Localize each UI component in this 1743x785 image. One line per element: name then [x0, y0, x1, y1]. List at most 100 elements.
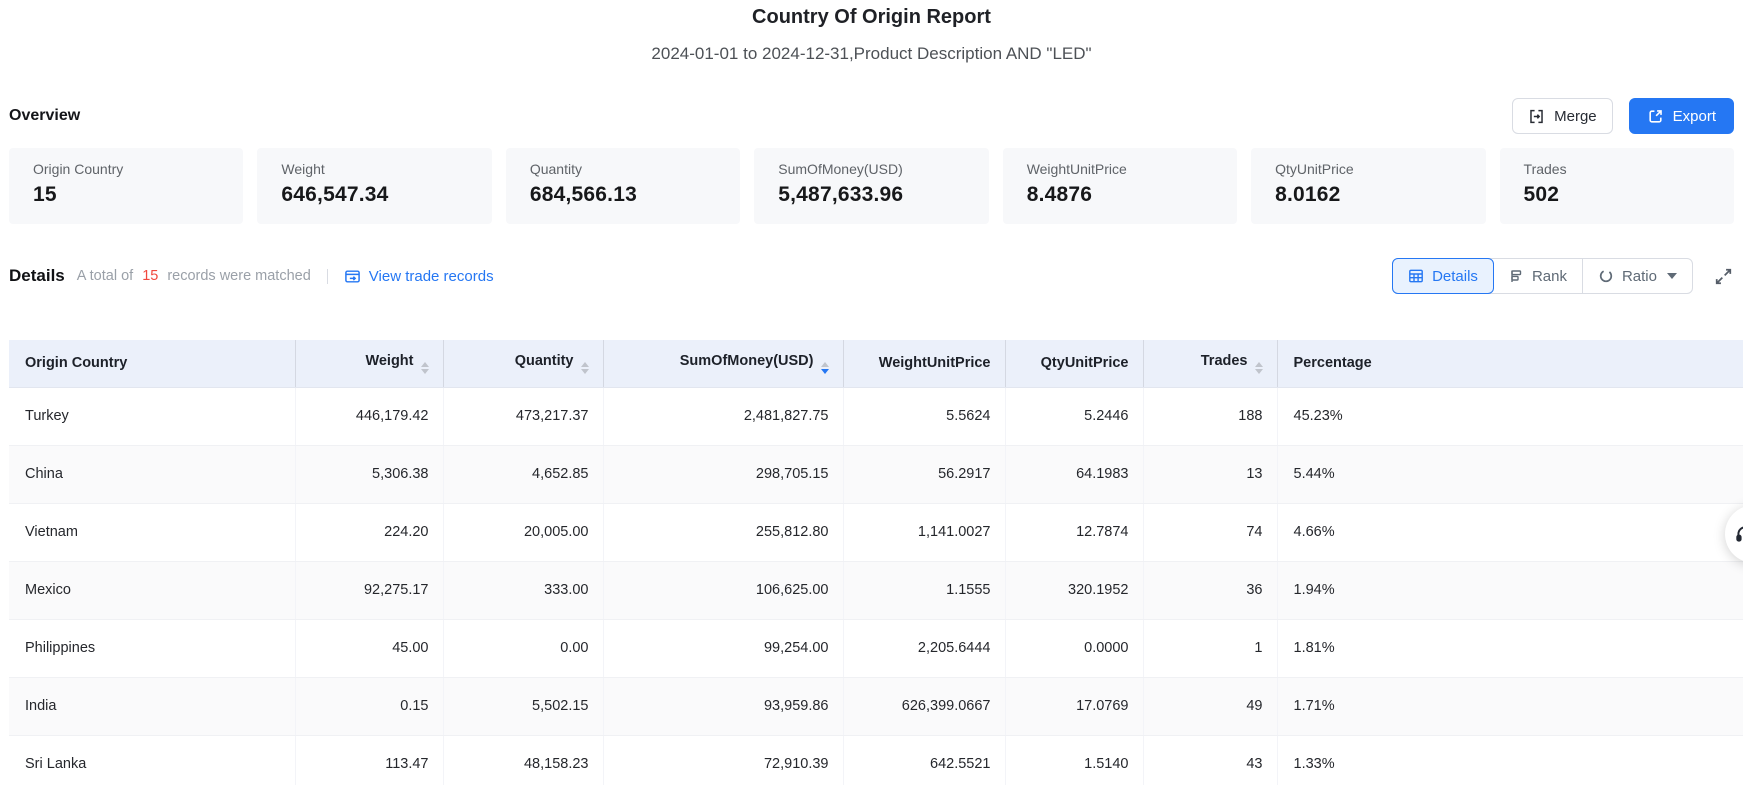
tab-rank-label: Rank — [1532, 268, 1567, 285]
cell-trades: 43 — [1143, 735, 1277, 785]
ratio-icon — [1598, 268, 1614, 284]
cell-weight: 0.15 — [295, 677, 443, 735]
cell-weight: 224.20 — [295, 503, 443, 561]
table-row-vietnam: Vietnam224.2020,005.00255,812.801,141.00… — [9, 503, 1743, 561]
cell-qtyunitprice: 5.2446 — [1005, 387, 1143, 445]
column-header-label: WeightUnitPrice — [879, 355, 991, 371]
stat-card-weightunitprice: WeightUnitPrice8.4876 — [1003, 148, 1237, 224]
stat-card-qtyunitprice: QtyUnitPrice8.0162 — [1251, 148, 1485, 224]
match-suffix: records were matched — [167, 268, 310, 284]
cell-weightunitprice: 5.5624 — [843, 387, 1005, 445]
column-header-origin-country: Origin Country — [9, 340, 295, 387]
cell-quantity: 333.00 — [443, 561, 603, 619]
cell-percentage: 1.33% — [1277, 735, 1743, 785]
cell-qtyunitprice: 12.7874 — [1005, 503, 1143, 561]
sort-carets-weight[interactable] — [421, 362, 429, 374]
column-header-label: QtyUnitPrice — [1041, 355, 1129, 371]
caret-up-icon[interactable] — [581, 362, 589, 367]
cell-origin-country: Philippines — [9, 619, 295, 677]
stat-card-weight: Weight646,547.34 — [257, 148, 491, 224]
cell-origin-country: China — [9, 445, 295, 503]
stat-card-label: SumOfMoney(USD) — [778, 161, 964, 177]
caret-down-icon[interactable] — [821, 369, 829, 374]
cell-percentage: 1.94% — [1277, 561, 1743, 619]
rank-icon — [1508, 268, 1524, 284]
column-header-label: Quantity — [515, 353, 574, 369]
table-row-india: India0.155,502.1593,959.86626,399.066717… — [9, 677, 1743, 735]
sort-carets-quantity[interactable] — [581, 362, 589, 374]
details-bar-left: Details A total of15records were matched… — [9, 266, 494, 286]
caret-down-icon[interactable] — [1255, 369, 1263, 374]
cell-sumofmoney-usd: 93,959.86 — [603, 677, 843, 735]
cell-percentage: 45.23% — [1277, 387, 1743, 445]
column-header-weight[interactable]: Weight — [295, 340, 443, 387]
cell-weight: 5,306.38 — [295, 445, 443, 503]
cell-sumofmoney-usd: 106,625.00 — [603, 561, 843, 619]
cell-weightunitprice: 626,399.0667 — [843, 677, 1005, 735]
cell-qtyunitprice: 320.1952 — [1005, 561, 1143, 619]
chevron-down-icon — [1667, 273, 1677, 279]
cell-quantity: 0.00 — [443, 619, 603, 677]
export-button-label: Export — [1673, 108, 1716, 125]
column-header-trades[interactable]: Trades — [1143, 340, 1277, 387]
caret-down-icon[interactable] — [421, 369, 429, 374]
details-table-wrap: Origin Country Weight Quantity SumOfMoney(U… — [9, 340, 1743, 785]
cell-origin-country: Turkey — [9, 387, 295, 445]
details-table: Origin Country Weight Quantity SumOfMoney(U… — [9, 340, 1743, 785]
stat-card-value: 502 — [1524, 183, 1710, 207]
headset-icon — [1734, 523, 1743, 545]
cell-percentage: 1.71% — [1277, 677, 1743, 735]
caret-down-icon[interactable] — [581, 369, 589, 374]
tab-ratio-label: Ratio — [1622, 268, 1657, 285]
sort-carets-trades[interactable] — [1255, 362, 1263, 374]
stat-card-label: Quantity — [530, 161, 716, 177]
stat-card-value: 8.0162 — [1275, 183, 1461, 207]
view-tab-group: Details Rank Ratio — [1392, 258, 1693, 294]
fullscreen-icon[interactable] — [1713, 266, 1734, 287]
stat-card-value: 646,547.34 — [281, 183, 467, 207]
tab-details-label: Details — [1432, 268, 1478, 285]
cell-quantity: 473,217.37 — [443, 387, 603, 445]
cell-origin-country: Sri Lanka — [9, 735, 295, 785]
column-header-quantity[interactable]: Quantity — [443, 340, 603, 387]
column-header-qtyunitprice: QtyUnitPrice — [1005, 340, 1143, 387]
stat-card-value: 684,566.13 — [530, 183, 716, 207]
cell-trades: 188 — [1143, 387, 1277, 445]
merge-button[interactable]: Merge — [1512, 98, 1613, 134]
cell-quantity: 48,158.23 — [443, 735, 603, 785]
cell-percentage: 5.44% — [1277, 445, 1743, 503]
cell-origin-country: Mexico — [9, 561, 295, 619]
caret-up-icon[interactable] — [821, 362, 829, 367]
stat-card-value: 5,487,633.96 — [778, 183, 964, 207]
cell-origin-country: India — [9, 677, 295, 735]
view-trade-records-link[interactable]: View trade records — [344, 268, 494, 285]
tab-details[interactable]: Details — [1392, 258, 1494, 294]
export-button[interactable]: Export — [1629, 98, 1734, 134]
stat-card-trades: Trades502 — [1500, 148, 1734, 224]
column-header-label: Trades — [1201, 353, 1248, 369]
stat-card-label: Origin Country — [33, 161, 219, 177]
table-row-philippines: Philippines45.000.0099,254.002,205.64440… — [9, 619, 1743, 677]
stat-card-label: WeightUnitPrice — [1027, 161, 1213, 177]
column-header-label: Weight — [365, 353, 413, 369]
match-summary: A total of15records were matched — [77, 268, 311, 284]
caret-up-icon[interactable] — [1255, 362, 1263, 367]
cell-origin-country: Vietnam — [9, 503, 295, 561]
overview-section-title: Overview — [9, 107, 80, 125]
export-icon — [1647, 108, 1664, 125]
view-trade-records-label: View trade records — [369, 268, 494, 285]
tab-ratio[interactable]: Ratio — [1582, 259, 1692, 293]
overview-cards: Origin Country 15 Weight646,547.34 Quantity… — [0, 148, 1743, 224]
table-row-turkey: Turkey446,179.42473,217.372,481,827.755.… — [9, 387, 1743, 445]
cell-weight: 113.47 — [295, 735, 443, 785]
table-row-sri-lanka: Sri Lanka113.4748,158.2372,910.39642.552… — [9, 735, 1743, 785]
cell-weight: 92,275.17 — [295, 561, 443, 619]
tab-rank[interactable]: Rank — [1493, 259, 1582, 293]
details-section-title: Details — [9, 266, 65, 286]
stat-card-value: 15 — [33, 183, 219, 207]
column-header-sumofmoney-usd[interactable]: SumOfMoney(USD) — [603, 340, 843, 387]
caret-up-icon[interactable] — [421, 362, 429, 367]
sort-carets-sumofmoney-usd[interactable] — [821, 362, 829, 374]
column-header-label: SumOfMoney(USD) — [680, 353, 814, 369]
cell-qtyunitprice: 0.0000 — [1005, 619, 1143, 677]
